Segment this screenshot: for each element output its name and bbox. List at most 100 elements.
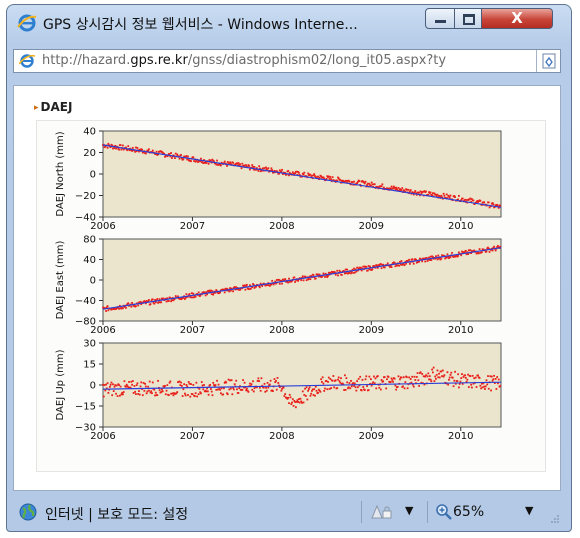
data-point (167, 300, 170, 302)
data-point (170, 392, 173, 395)
chevron-down-icon[interactable]: ▼ (525, 504, 533, 517)
chevron-down-icon[interactable]: ▼ (405, 504, 413, 517)
data-point (281, 168, 283, 171)
data-point (183, 392, 186, 395)
data-point (178, 380, 181, 383)
data-point (219, 164, 222, 167)
data-point (412, 262, 415, 265)
data-point (232, 290, 235, 293)
data-point (265, 166, 267, 169)
data-point (445, 256, 448, 259)
data-point (464, 249, 467, 252)
y-tick-label: −15 (75, 402, 96, 413)
data-point (485, 250, 488, 253)
minimize-button[interactable] (425, 8, 455, 29)
y-tick-label: 30 (83, 339, 96, 350)
data-point (340, 273, 343, 276)
data-point (436, 369, 439, 372)
data-point (137, 304, 140, 307)
data-point (303, 393, 306, 396)
data-point (311, 174, 313, 177)
data-point (237, 392, 240, 394)
data-point (387, 376, 390, 378)
data-point (122, 144, 124, 147)
data-point (485, 379, 488, 382)
data-point (277, 382, 280, 384)
data-point (243, 381, 246, 384)
data-point (205, 390, 208, 393)
compatibility-view-icon[interactable] (541, 53, 557, 69)
data-point (403, 387, 406, 390)
data-point (314, 394, 316, 397)
data-point (252, 165, 254, 168)
data-point (153, 302, 156, 305)
data-point (229, 387, 232, 390)
data-point (362, 265, 365, 268)
y-tick-label: 15 (83, 360, 96, 371)
data-point (449, 373, 452, 376)
data-point (480, 387, 482, 390)
data-point (430, 380, 433, 383)
url-path: /gnss/diastrophism02/long_it05.aspx?ty (187, 53, 447, 68)
zoom-icon[interactable] (435, 503, 453, 521)
data-point (103, 384, 106, 386)
data-point (405, 188, 408, 191)
data-point (252, 380, 254, 383)
data-point (340, 377, 342, 380)
data-point (283, 395, 286, 398)
data-point (414, 379, 417, 381)
title-bar[interactable]: GPS 상시감시 정보 웹서비스 - Windows Interne... X (7, 5, 571, 39)
data-point (309, 173, 312, 176)
resize-grip-icon[interactable] (551, 515, 559, 523)
data-point (275, 279, 278, 281)
data-point (340, 179, 343, 182)
data-point (473, 377, 476, 380)
data-point (431, 368, 434, 371)
data-point (450, 371, 453, 374)
data-point (419, 371, 422, 374)
data-point (357, 377, 360, 380)
data-point (353, 267, 355, 270)
data-point (461, 250, 463, 253)
maximize-button[interactable] (454, 8, 482, 29)
protected-mode-icon[interactable] (369, 503, 397, 521)
close-button[interactable]: X (481, 8, 553, 29)
data-point (297, 279, 300, 282)
data-point (180, 381, 182, 384)
address-bar[interactable]: http://hazard.gps.re.kr/gnss/diastrophis… (13, 49, 561, 73)
data-point (176, 153, 179, 156)
data-point (212, 293, 215, 296)
data-point (438, 376, 441, 379)
data-point (409, 189, 412, 191)
data-point (140, 381, 143, 384)
data-point (339, 381, 342, 384)
data-point (320, 378, 323, 381)
data-point (295, 170, 298, 173)
data-point (172, 394, 175, 397)
data-point (249, 382, 251, 385)
data-point (128, 381, 130, 383)
data-point (133, 385, 136, 387)
data-point (496, 376, 499, 378)
data-point (161, 390, 164, 393)
plot-area (102, 342, 502, 428)
data-point (336, 269, 339, 272)
data-point (309, 278, 312, 281)
data-point (304, 395, 307, 397)
address-url[interactable]: http://hazard.gps.re.kr/gnss/diastrophis… (42, 53, 446, 68)
data-point (396, 385, 399, 388)
status-bar: 인터넷 | 보호 모드: 설정 ▼ 65% ▼ (13, 497, 561, 527)
data-point (105, 310, 107, 312)
zoom-level[interactable]: 65% (453, 504, 484, 520)
data-point (359, 375, 362, 378)
data-point (300, 279, 303, 282)
data-point (223, 291, 226, 294)
data-point (402, 376, 405, 379)
data-point (397, 186, 400, 189)
data-point (109, 383, 112, 386)
data-point (198, 387, 201, 390)
data-point (381, 183, 384, 186)
data-point (412, 385, 415, 388)
data-point (478, 248, 481, 251)
data-point (343, 389, 345, 391)
